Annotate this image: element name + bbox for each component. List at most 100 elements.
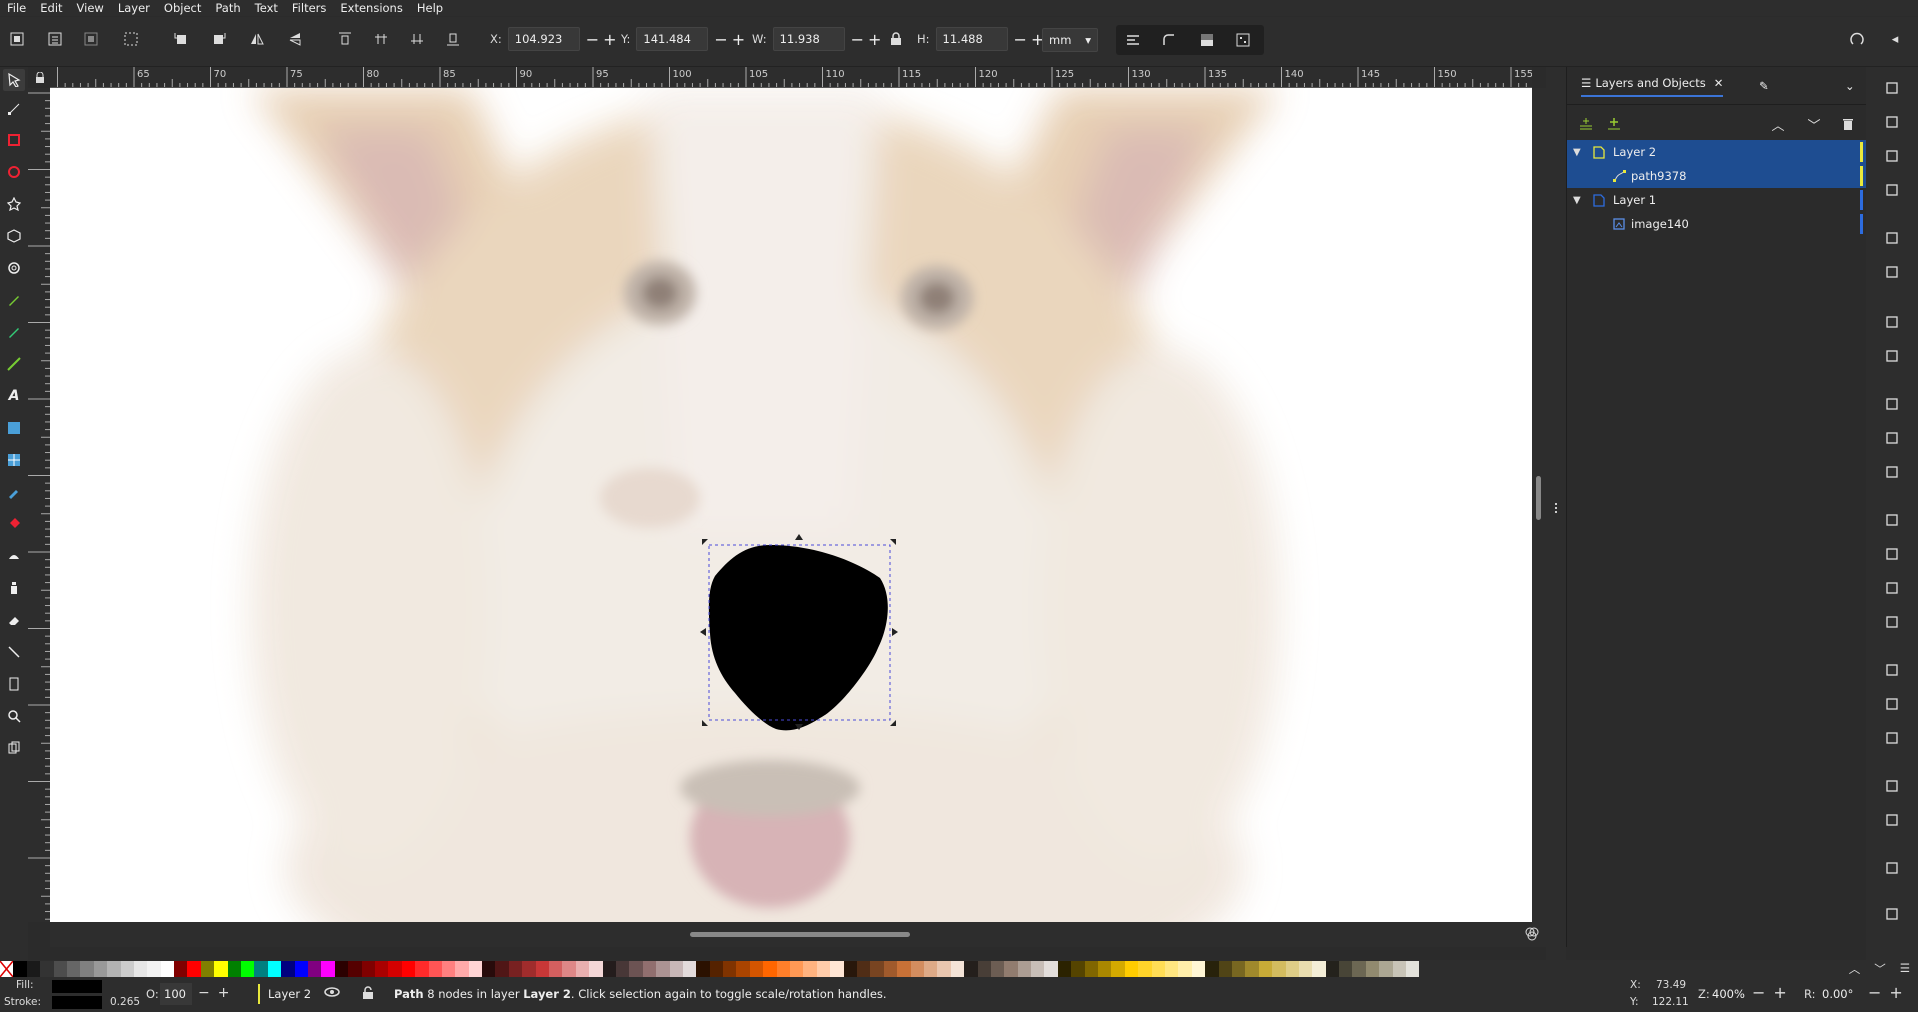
color-swatch[interactable] [1031, 961, 1045, 977]
color-swatch[interactable] [241, 961, 255, 977]
color-swatch[interactable] [977, 961, 991, 977]
color-swatch[interactable] [281, 961, 295, 977]
color-swatch[interactable] [857, 961, 871, 977]
color-swatch[interactable] [790, 961, 804, 977]
color-swatch[interactable] [950, 961, 965, 977]
panel-menu[interactable]: ⌄ [1845, 75, 1855, 97]
color-swatch[interactable] [93, 961, 108, 977]
x-input[interactable] [507, 27, 580, 51]
fill-stroke-panel-icon[interactable] [1881, 857, 1903, 879]
expand-arrow-icon[interactable]: ▼ [1573, 147, 1581, 158]
tree-row[interactable]: path9378 [1567, 164, 1867, 188]
connector-tool-icon[interactable] [3, 641, 25, 663]
color-swatch[interactable] [1138, 961, 1152, 977]
star-tool-icon[interactable] [3, 193, 25, 215]
visibility-eye-icon[interactable] [324, 985, 340, 1002]
color-swatch[interactable] [589, 961, 603, 977]
color-swatch[interactable] [227, 961, 242, 977]
color-swatch[interactable] [1406, 961, 1420, 977]
color-swatch[interactable] [307, 961, 322, 977]
collapse-left-icon[interactable]: ◂ [1884, 28, 1906, 50]
vertical-ruler[interactable] [28, 88, 50, 922]
color-swatch[interactable] [214, 961, 228, 977]
move-gradients-icon[interactable] [1196, 29, 1218, 51]
color-swatch[interactable] [1285, 961, 1299, 977]
color-swatch[interactable] [294, 961, 308, 977]
rotation-value[interactable]: 0.00° [1822, 987, 1853, 1001]
lower-to-bottom-icon[interactable] [442, 28, 464, 50]
x-stepper[interactable]: −+ [586, 30, 621, 49]
selector-tool-icon[interactable] [3, 69, 25, 91]
select-all-layers-icon[interactable] [44, 28, 66, 50]
snap-icon[interactable] [1846, 28, 1868, 50]
vertical-scrollbar[interactable] [1532, 88, 1546, 922]
color-swatch[interactable] [80, 961, 94, 977]
color-swatch[interactable] [1258, 961, 1273, 977]
color-swatch[interactable] [1191, 961, 1206, 977]
color-swatch[interactable] [334, 961, 349, 977]
unit-dropdown[interactable]: mm ▾ [1042, 28, 1098, 52]
paint-bucket-tool-icon[interactable] [3, 513, 25, 535]
spray-tool-icon[interactable] [3, 577, 25, 599]
zoom-selection-icon[interactable] [1881, 509, 1903, 531]
color-swatch[interactable] [937, 961, 951, 977]
color-swatch[interactable] [562, 961, 576, 977]
color-swatch[interactable] [843, 961, 857, 977]
text-tool-icon[interactable]: A [3, 385, 25, 407]
color-swatch[interactable] [26, 961, 41, 977]
group-icon[interactable] [1881, 775, 1903, 797]
select-same-icon[interactable] [80, 28, 102, 50]
w-input[interactable] [772, 27, 845, 51]
color-swatch[interactable] [642, 961, 657, 977]
gradient-tool-icon[interactable] [3, 417, 25, 439]
color-swatch[interactable] [187, 961, 201, 977]
mesh-tool-icon[interactable] [3, 449, 25, 471]
zoom-page-icon[interactable] [1881, 577, 1903, 599]
zoom-center-icon[interactable] [1881, 611, 1903, 633]
color-swatch[interactable] [1004, 961, 1018, 977]
color-swatch[interactable] [1178, 961, 1192, 977]
redo-icon[interactable] [1881, 345, 1903, 367]
color-swatch[interactable] [348, 961, 362, 977]
pages-tool-icon[interactable] [3, 673, 25, 695]
color-swatch[interactable] [120, 961, 134, 977]
rotation-stepper[interactable]: −+ [1868, 983, 1911, 1002]
color-swatch[interactable] [415, 961, 429, 977]
palette-menu-icon[interactable]: ☰ [1900, 961, 1910, 977]
color-swatch[interactable] [1084, 961, 1099, 977]
save-icon[interactable] [1881, 145, 1903, 167]
color-swatch[interactable] [254, 961, 268, 977]
stroke-width[interactable]: 0.265 [110, 996, 140, 1008]
lock-guides-icon[interactable] [30, 67, 50, 88]
color-swatch[interactable] [401, 961, 416, 977]
rotate-ccw-icon[interactable] [170, 28, 192, 50]
spiral-tool-icon[interactable] [3, 257, 25, 279]
undo-icon[interactable] [1881, 311, 1903, 333]
unlink-clone-icon[interactable] [1881, 727, 1903, 749]
raise-to-top-icon[interactable] [334, 28, 356, 50]
tab-fill-stroke[interactable]: ✎ [1759, 75, 1769, 97]
color-swatch[interactable] [1352, 961, 1366, 977]
color-swatch[interactable] [736, 961, 750, 977]
clone-icon[interactable] [1881, 693, 1903, 715]
close-icon[interactable]: ✕ [1714, 76, 1724, 90]
duplicate-icon[interactable] [1881, 659, 1903, 681]
color-swatch[interactable] [1044, 961, 1058, 977]
color-swatch[interactable] [1392, 961, 1407, 977]
color-swatch[interactable] [629, 961, 643, 977]
color-manage-icon[interactable] [1524, 926, 1540, 942]
tweak-tool-icon[interactable] [3, 545, 25, 567]
menu-layer[interactable]: Layer [111, 0, 157, 16]
color-swatch[interactable] [200, 961, 215, 977]
menu-path[interactable]: Path [208, 0, 247, 16]
menu-help[interactable]: Help [410, 0, 450, 16]
flip-horizontal-icon[interactable] [246, 28, 268, 50]
print-icon[interactable] [1881, 179, 1903, 201]
add-layer-icon[interactable] [1575, 113, 1597, 135]
y-input[interactable] [636, 27, 709, 51]
zoom-value[interactable]: 400% [1712, 987, 1745, 1001]
color-swatch[interactable] [602, 961, 616, 977]
color-swatch[interactable] [682, 961, 697, 977]
color-swatch[interactable] [66, 961, 81, 977]
color-swatch[interactable] [133, 961, 148, 977]
